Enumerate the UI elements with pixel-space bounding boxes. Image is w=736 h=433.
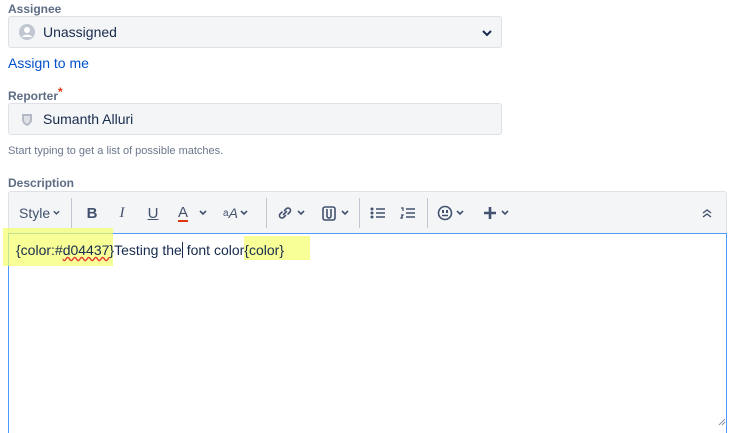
collapse-icon[interactable]: [697, 199, 717, 227]
underline-icon[interactable]: U: [142, 199, 164, 227]
reporter-value: Sumanth Alluri: [43, 111, 134, 127]
numbered-list-icon[interactable]: [397, 199, 419, 227]
text-color-icon[interactable]: A: [172, 199, 194, 227]
assignee-value: Unassigned: [43, 24, 117, 40]
reporter-avatar-icon: [19, 111, 35, 127]
required-marker: *: [58, 85, 63, 99]
bold-icon[interactable]: B: [81, 199, 103, 227]
editor-color-close: {color}: [244, 242, 284, 258]
editor-color-hex: d04437: [62, 242, 110, 258]
toolbar-divider: [427, 198, 428, 228]
link-icon[interactable]: [274, 199, 308, 227]
assign-to-me-link[interactable]: Assign to me: [8, 55, 89, 71]
assignee-select[interactable]: Unassigned: [8, 16, 502, 48]
editor-text-line[interactable]: {color:#d04437}Testing the font color{co…: [16, 240, 284, 260]
bullet-list-icon[interactable]: [367, 199, 389, 227]
attachment-icon[interactable]: [318, 199, 352, 227]
assignee-label: Assignee: [8, 2, 62, 16]
description-label: Description: [8, 176, 75, 190]
emoji-icon[interactable]: [435, 199, 467, 227]
toolbar-divider: [266, 198, 267, 228]
toolbar-divider: [71, 198, 72, 228]
style-dropdown-label: Style: [19, 205, 51, 221]
italic-icon[interactable]: I: [111, 199, 133, 227]
reporter-label: Reporter*: [8, 85, 63, 103]
editor-text-testing: }Testing the: [109, 242, 182, 258]
reporter-hint: Start typing to get a list of possible m…: [8, 145, 224, 157]
insert-more-icon[interactable]: [481, 199, 511, 227]
editor-color-open-a: {color:#: [16, 242, 63, 258]
editor-toolbar: Style B I U A aA: [8, 191, 727, 233]
editor-text-font-color: font color: [182, 242, 245, 258]
reporter-label-text: Reporter: [8, 89, 59, 103]
description-editor[interactable]: [8, 233, 727, 433]
style-dropdown[interactable]: Style: [19, 199, 61, 227]
text-effects-icon[interactable]: aA: [219, 199, 253, 227]
reporter-field[interactable]: Sumanth Alluri: [8, 103, 502, 135]
text-color-chevron-icon[interactable]: [197, 199, 209, 227]
style-chevron-icon: [53, 210, 60, 215]
chevron-down-icon: [481, 26, 493, 42]
unassigned-avatar-icon: [19, 24, 35, 40]
resize-handle-icon[interactable]: [716, 413, 726, 431]
toolbar-divider: [359, 198, 360, 228]
